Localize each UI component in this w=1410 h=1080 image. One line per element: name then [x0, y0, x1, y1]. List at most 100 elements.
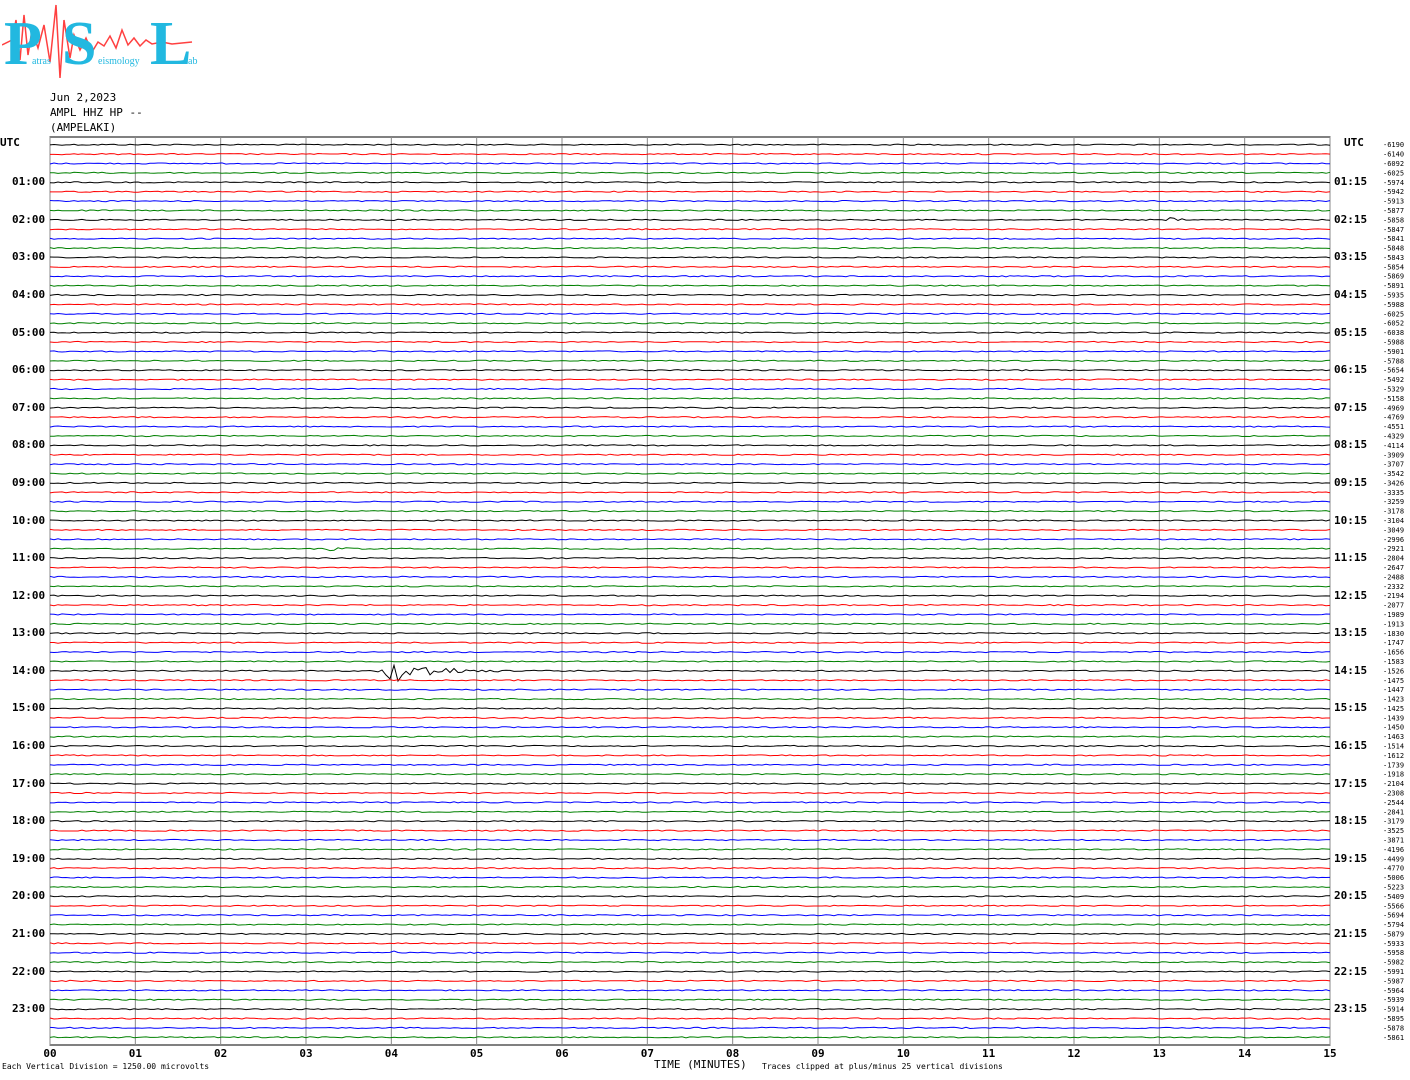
trace-line: [49, 632, 1331, 635]
trace-offset-value: -5329: [1383, 385, 1404, 393]
hour-label-right: 19:15: [1334, 851, 1368, 865]
trace-offset-value: -4499: [1383, 855, 1404, 863]
trace-offset-value: -1918: [1383, 771, 1404, 779]
trace-offset-value: -1475: [1383, 677, 1404, 685]
trace-offset-value: -3178: [1383, 508, 1404, 516]
x-tick-label: 03: [299, 1047, 312, 1060]
trace-line: [49, 143, 1331, 146]
trace-offset-value: -3525: [1383, 827, 1404, 835]
trace-offset-value: -3104: [1383, 517, 1404, 525]
hour-label-left: 12:00: [12, 588, 46, 602]
trace-offset-value: -1447: [1383, 686, 1404, 694]
trace-line: [49, 950, 1331, 954]
trace-offset-value: -6038: [1383, 329, 1404, 337]
trace-line: [49, 735, 1331, 738]
hour-label-left: 08:00: [12, 438, 46, 452]
trace-line: [49, 923, 1331, 926]
trace-offset-value: -5982: [1383, 959, 1404, 967]
x-tick-label: 00: [43, 1047, 56, 1060]
trace-offset-value: -5939: [1383, 996, 1404, 1004]
trace-offset-value: -5891: [1383, 282, 1404, 290]
hour-label-right: 21:15: [1334, 926, 1368, 940]
trace-line: [49, 970, 1331, 973]
trace-line: [49, 359, 1331, 362]
trace-offset-value: -2544: [1383, 799, 1404, 807]
trace-offset-value: -5913: [1383, 198, 1404, 206]
trace-offset-value: -3542: [1383, 470, 1404, 478]
trace-line: [49, 857, 1331, 860]
trace-line: [49, 538, 1331, 541]
trace-offset-value: -1439: [1383, 714, 1404, 722]
trace-line: [50, 810, 1331, 813]
trace-offset-value: -5854: [1383, 263, 1404, 271]
trace-line: [49, 782, 1331, 785]
trace-line: [49, 754, 1331, 757]
trace-offset-value: -1612: [1383, 752, 1404, 760]
trace-offset-value: -1526: [1383, 667, 1404, 675]
trace-line: [49, 369, 1331, 372]
trace-line: [49, 838, 1330, 842]
trace-offset-value: -2841: [1383, 808, 1404, 816]
hour-label-right: 02:15: [1334, 212, 1368, 226]
trace-line: [49, 340, 1331, 344]
trace-line: [49, 895, 1330, 898]
trace-line: [49, 406, 1331, 409]
hour-label-left: 16:00: [12, 739, 46, 753]
x-tick-label: 13: [1153, 1047, 1166, 1060]
trace-line: [49, 885, 1331, 889]
hour-label-left: 21:00: [12, 926, 46, 940]
trace-line: [49, 444, 1331, 447]
trace-line: [49, 509, 1331, 513]
trace-line: [49, 1026, 1331, 1030]
trace-line: [49, 979, 1331, 983]
trace-offset-value: -2194: [1383, 592, 1404, 600]
x-tick-label: 14: [1238, 1047, 1252, 1060]
trace-offset-value: -4770: [1383, 865, 1404, 873]
trace-line: [49, 867, 1331, 870]
hour-label-right: 09:15: [1334, 475, 1368, 489]
trace-offset-value: -5492: [1383, 376, 1404, 384]
hour-label-left: 19:00: [12, 851, 46, 865]
trace-offset-value: -2996: [1383, 536, 1404, 544]
trace-line: [49, 481, 1331, 485]
trace-offset-value: -5914: [1383, 1006, 1404, 1014]
trace-offset-value: -2104: [1383, 780, 1404, 788]
hour-label-right: 08:15: [1334, 438, 1368, 452]
trace-offset-value: -3707: [1383, 461, 1404, 469]
trace-offset-value: -5988: [1383, 339, 1404, 347]
x-tick-label: 02: [214, 1047, 227, 1060]
trace-line: [49, 829, 1331, 832]
trace-offset-value: -5988: [1383, 301, 1404, 309]
x-tick-label: 07: [641, 1047, 654, 1060]
trace-line: [49, 265, 1331, 268]
x-tick-label: 10: [897, 1047, 910, 1060]
trace-offset-value: -3426: [1383, 479, 1404, 487]
trace-line: [49, 960, 1331, 964]
trace-offset-value: -1989: [1383, 611, 1404, 619]
trace-line: [49, 622, 1331, 626]
trace-line: [49, 773, 1331, 776]
trace-offset-value: -1739: [1383, 761, 1404, 769]
trace-offset-value: -4551: [1383, 423, 1404, 431]
trace-offset-value: -4196: [1383, 846, 1404, 854]
trace-offset-value: -4769: [1383, 414, 1404, 422]
trace-offset-value: -5694: [1383, 912, 1404, 920]
trace-offset-value: -5942: [1383, 188, 1404, 196]
trace-offset-value: -3909: [1383, 451, 1404, 459]
trace-line: [49, 650, 1330, 654]
trace-line: [49, 162, 1330, 165]
trace-line: [49, 679, 1331, 682]
trace-offset-value: -6025: [1383, 310, 1404, 318]
trace-offset-value: -5991: [1383, 968, 1404, 976]
trace-offset-value: -5974: [1383, 179, 1404, 187]
trace-line: [49, 820, 1331, 823]
trace-offset-value: -5879: [1383, 930, 1404, 938]
footer-clip-note: Traces clipped at plus/minus 25 vertical…: [762, 1062, 1003, 1071]
hour-label-right: 11:15: [1334, 551, 1368, 565]
hour-label-right: 22:15: [1334, 964, 1368, 978]
helicorder-plot: 00 01 02 03 04 05 06 07 08 09 10 11 12 13 14 15-6190-61…: [43, 136, 1404, 1060]
trace-line: [49, 181, 1331, 184]
hour-label-left: 11:00: [12, 551, 46, 565]
hour-label-left: 10:00: [12, 513, 46, 527]
trace-offset-value: -1583: [1383, 658, 1404, 666]
